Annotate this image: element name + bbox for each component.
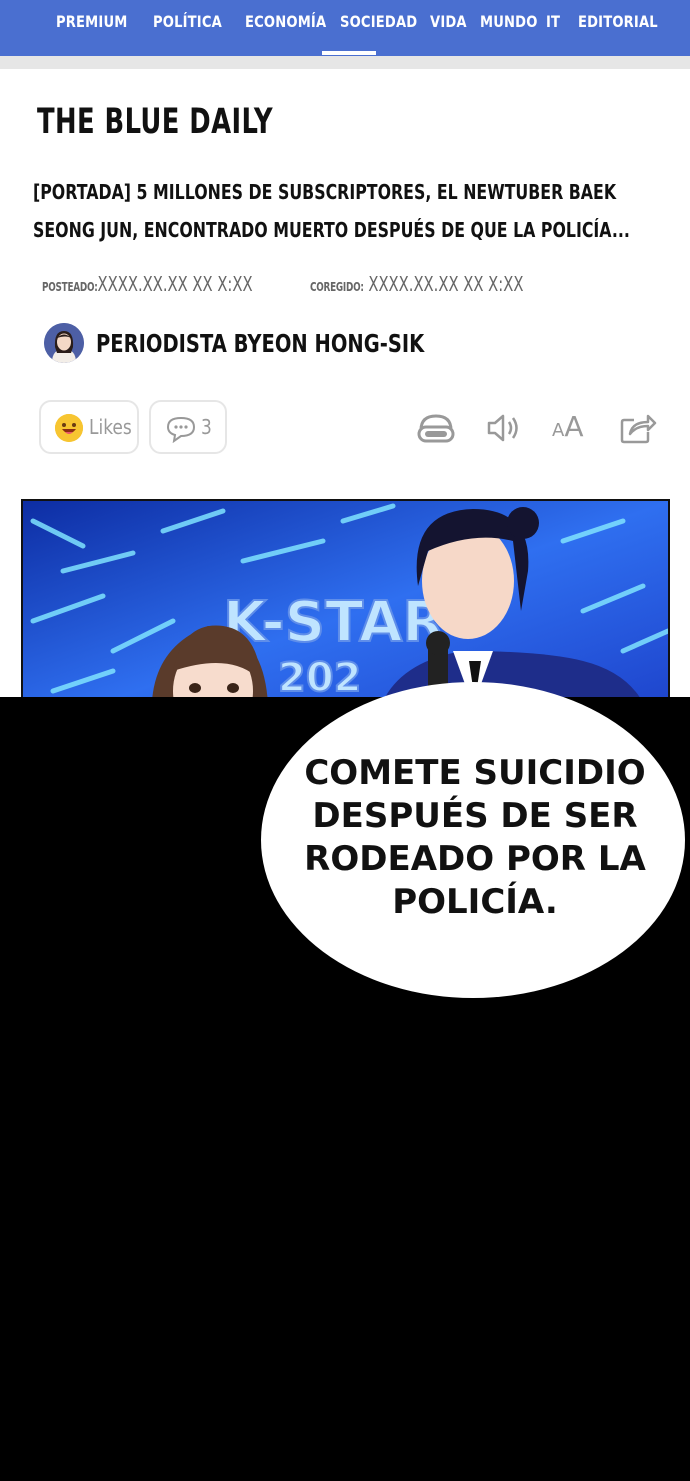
nav-item-editorial[interactable]: EDITORIAL — [578, 12, 658, 31]
article-photo: K-STAR 202 — [21, 499, 670, 697]
nav-item-premium[interactable]: PREMIUM — [56, 12, 127, 31]
category-nav: PREMIUM POLÍTICA ECONOMÍA SOCIEDAD VIDA … — [0, 0, 690, 56]
nav-item-economia[interactable]: ECONOMÍA — [245, 12, 326, 31]
posted-value: XXXX.XX.XX XX X:XX — [97, 272, 253, 296]
posted-date: POSTEADO:XXXX.XX.XX XX X:XX — [42, 272, 253, 296]
sign-text: K-STAR — [223, 590, 445, 655]
nav-item-mundo[interactable]: MUNDO — [480, 12, 538, 31]
nav-item-sociedad[interactable]: SOCIEDAD — [340, 12, 417, 31]
font-size-icon[interactable]: AA — [552, 410, 592, 446]
nav-item-it[interactable]: IT — [546, 12, 560, 31]
headphones-icon[interactable] — [416, 408, 456, 448]
publication-title: THE BLUE DAILY — [37, 102, 273, 142]
news-page: PREMIUM POLÍTICA ECONOMÍA SOCIEDAD VIDA … — [0, 0, 690, 697]
article-headline: [PORTADA] 5 MILLONES DE SUBSCRIPTORES, E… — [33, 180, 630, 242]
award-stage-illustration: K-STAR 202 — [23, 501, 668, 697]
likes-button[interactable]: Likes — [39, 400, 139, 454]
comments-button[interactable]: 3 — [149, 400, 227, 454]
speech-bubble-text: COMETE SUICIDIO DESPUÉS DE SER RODEADO P… — [304, 753, 646, 922]
comments-count: 3 — [201, 415, 212, 439]
author-avatar[interactable] — [44, 323, 84, 363]
share-icon[interactable] — [618, 408, 658, 448]
nav-divider — [0, 56, 690, 69]
nav-item-vida[interactable]: VIDA — [430, 12, 467, 31]
active-tab-indicator — [322, 51, 376, 55]
corrected-label: COREGIDO: — [310, 280, 364, 294]
smile-emoji-icon — [55, 414, 83, 442]
speaker-icon[interactable] — [484, 408, 524, 448]
nav-item-politica[interactable]: POLÍTICA — [153, 12, 222, 31]
corrected-date: COREGIDO: XXXX.XX.XX XX X:XX — [310, 272, 523, 296]
posted-label: POSTEADO: — [42, 280, 98, 294]
likes-label: Likes — [89, 415, 132, 439]
corrected-value: XXXX.XX.XX XX X:XX — [368, 272, 524, 296]
author-name[interactable]: PERIODISTA BYEON HONG-SIK — [96, 329, 424, 358]
comment-bubble-icon — [166, 416, 196, 443]
